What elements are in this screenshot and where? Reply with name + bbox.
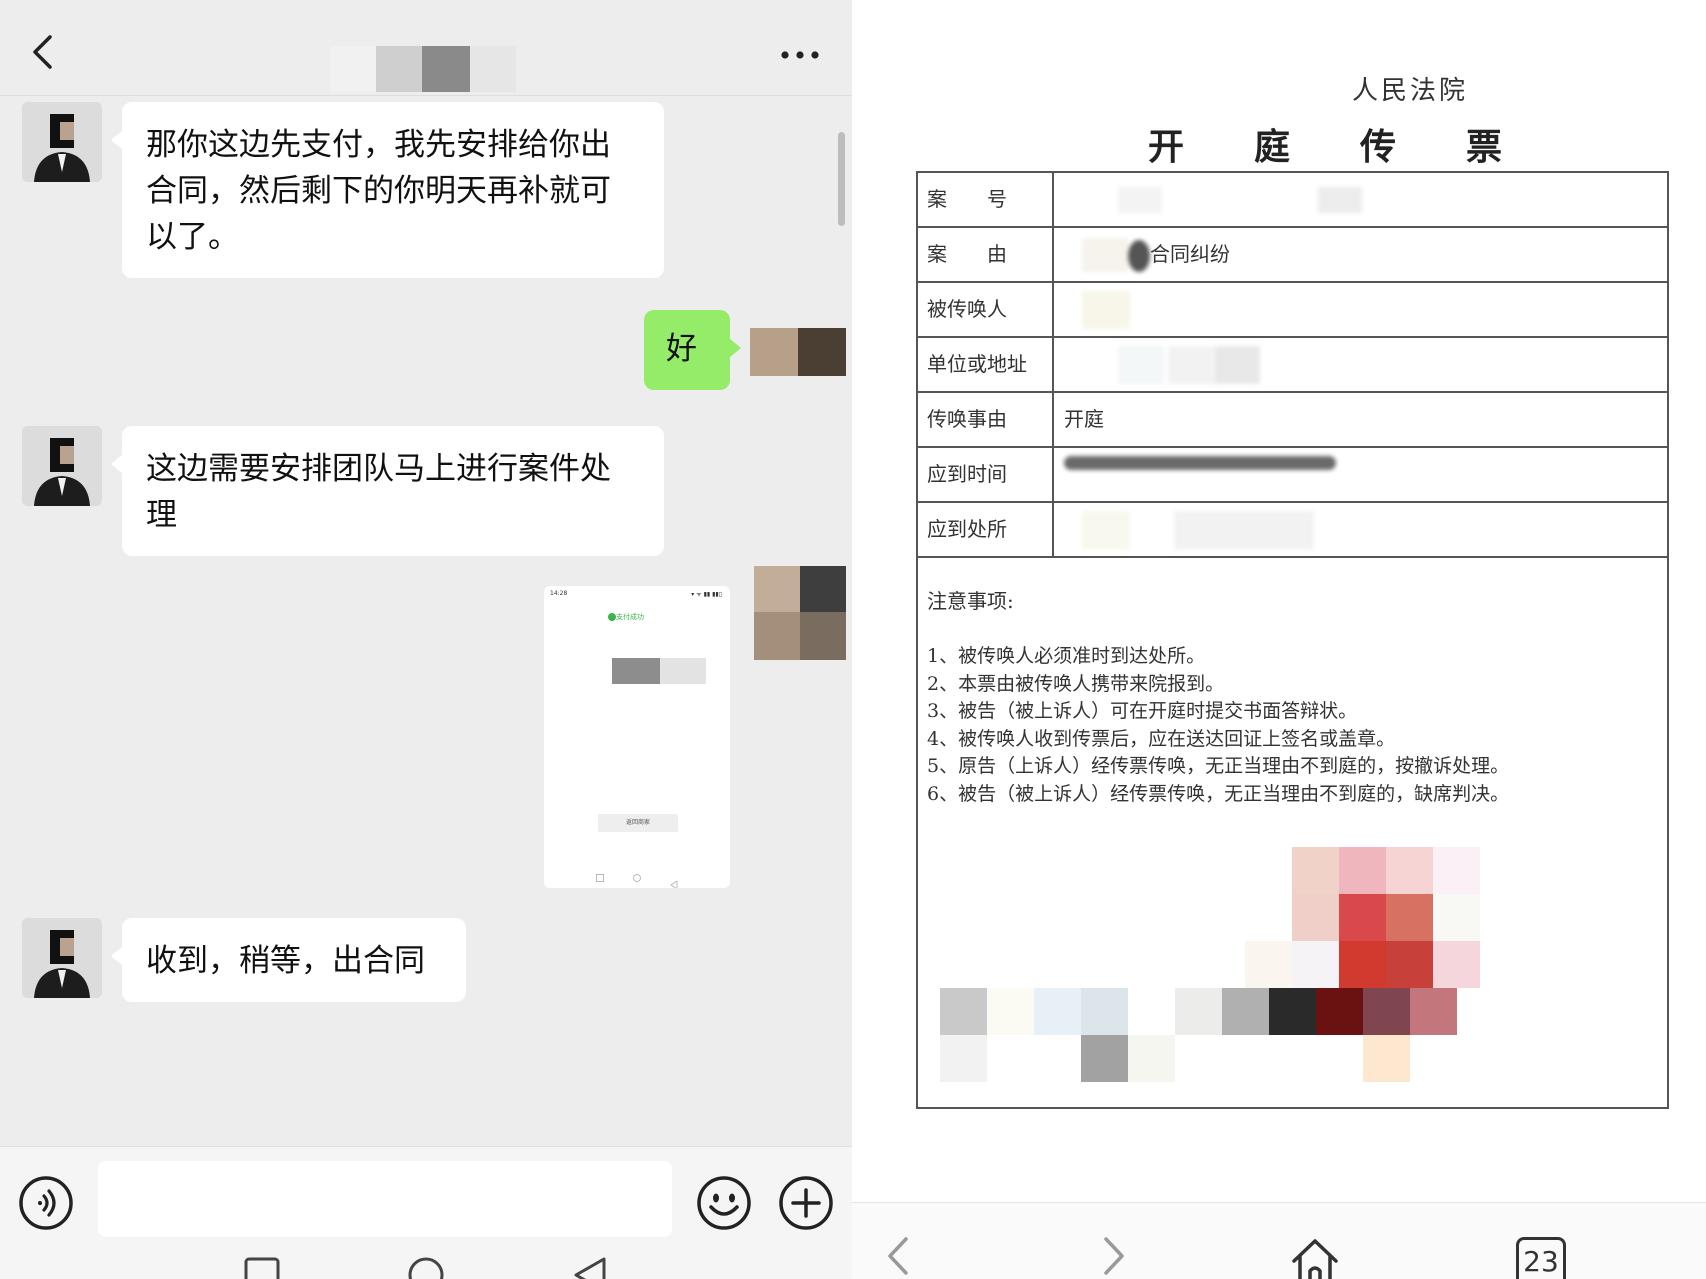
message-line: 合同，然后剩下的你明天再补就可 xyxy=(146,173,611,209)
notes-list: 1、被传唤人必须准时到达处所。 2、本票由被传唤人携带来院报到。 3、被告（被上… xyxy=(927,643,1509,808)
row-label: 单位或地址 xyxy=(918,338,1054,391)
outgoing-message-bubble[interactable]: 好 xyxy=(644,310,741,390)
message-line: 这边需要安排团队马上进行案件处 xyxy=(146,451,611,487)
screenshot-nav-back-icon xyxy=(670,874,678,888)
note-item: 4、被传唤人收到传票后，应在送达回证上签名或盖章。 xyxy=(927,727,1396,750)
browser-bottom-nav: 23 xyxy=(852,1202,1706,1279)
message-line: 理 xyxy=(146,497,177,533)
redacted-block xyxy=(1318,187,1362,213)
court-name: 人民法院 xyxy=(1352,76,1469,106)
note-item: 1、被传唤人必须准时到达处所。 xyxy=(927,645,1206,667)
tabs-count-button[interactable]: 23 xyxy=(1516,1237,1566,1279)
contact-avatar[interactable] xyxy=(22,102,102,182)
redacted-block xyxy=(1168,346,1214,384)
amount-redacted xyxy=(660,658,706,684)
note-item: 5、原告（上诉人）经传票传唤，无正当理由不到庭的，按撤诉处理。 xyxy=(927,755,1510,777)
row-label: 应到时间 xyxy=(918,448,1054,501)
nav-forward-icon[interactable] xyxy=(1088,1231,1138,1279)
self-avatar[interactable] xyxy=(750,328,846,376)
more-options-icon[interactable] xyxy=(780,50,820,60)
payment-screenshot-image[interactable]: 14:28 ▾ ᯤ ▮▮ ▮▮▯ 支付成功 返回商家 xyxy=(544,586,730,888)
row-value: 合同纠纷 xyxy=(1150,242,1230,266)
amount-redacted xyxy=(612,658,660,684)
self-avatar[interactable] xyxy=(750,566,846,660)
recent-apps-icon[interactable] xyxy=(242,1255,282,1279)
form-row-summoned-person: 被传唤人 xyxy=(918,283,1667,338)
title-char: 开 xyxy=(1148,126,1185,168)
message-text: 收到，稍等，出合同 xyxy=(146,943,425,979)
nav-back-icon[interactable] xyxy=(876,1231,926,1279)
home-icon[interactable] xyxy=(406,1255,446,1279)
form-row-case-number: 案 号 xyxy=(918,173,1667,228)
incoming-message-bubble[interactable]: 那你这边先支付，我先安排给你出 合同，然后剩下的你明天再补就可 以了。 xyxy=(111,102,664,278)
add-more-icon[interactable] xyxy=(778,1175,834,1231)
nav-home-icon[interactable] xyxy=(1290,1237,1340,1279)
incoming-message-bubble[interactable]: 收到，稍等，出合同 xyxy=(111,918,466,1002)
row-value: 开庭 xyxy=(1064,407,1104,431)
back-arrow-icon[interactable] xyxy=(28,34,58,70)
screenshot-status-icons: ▾ ᯤ ▮▮ ▮▮▯ xyxy=(691,591,722,598)
redacted-block xyxy=(1118,187,1162,213)
redacted-block xyxy=(1064,456,1336,470)
redacted-block xyxy=(1174,511,1314,549)
chat-panel: 那你这边先支付，我先安排给你出 合同，然后剩下的你明天再补就可 以了。 好 这边… xyxy=(0,0,852,1279)
title-char: 票 xyxy=(1466,126,1503,168)
row-label: 被传唤人 xyxy=(918,283,1054,336)
row-label: 应到处所 xyxy=(918,503,1054,556)
court-seal-stamp-pixelated xyxy=(940,847,1480,1082)
document-viewer: 人民法院 开 庭 传 票 案 号 案 由 合同纠纷 被传唤人 单位或地址 传唤事… xyxy=(852,0,1706,1279)
incoming-message-bubble[interactable]: 这边需要安排团队马上进行案件处 理 xyxy=(111,426,664,556)
row-label: 案 由 xyxy=(918,228,1054,281)
screenshot-nav-square-icon xyxy=(596,874,604,882)
redacted-block xyxy=(1118,346,1164,384)
back-icon[interactable] xyxy=(570,1255,610,1279)
screenshot-nav-circle-icon xyxy=(633,874,641,882)
summons-form: 案 号 案 由 合同纠纷 被传唤人 单位或地址 传唤事由 开庭 应到时间 应到处… xyxy=(916,171,1669,1109)
screenshot-success-text: 支付成功 xyxy=(616,613,644,621)
screenshot-status-time: 14:28 xyxy=(550,590,568,597)
contact-avatar[interactable] xyxy=(22,426,102,506)
redacted-block xyxy=(1082,291,1130,329)
form-row-reason: 传唤事由 开庭 xyxy=(918,393,1667,448)
emoji-icon[interactable] xyxy=(696,1175,752,1231)
message-line: 那你这边先支付，我先安排给你出 xyxy=(146,127,611,163)
redacted-block xyxy=(1128,240,1150,272)
voice-input-icon[interactable] xyxy=(18,1175,74,1231)
row-label: 传唤事由 xyxy=(918,393,1054,446)
screenshot-return-button: 返回商家 xyxy=(598,814,678,832)
message-text: 好 xyxy=(666,331,697,367)
redacted-block xyxy=(1214,346,1260,384)
chat-input-bar xyxy=(0,1146,852,1279)
form-row-address: 单位或地址 xyxy=(918,338,1667,393)
note-item: 2、本票由被传唤人携带来院报到。 xyxy=(927,672,1225,695)
message-input[interactable] xyxy=(98,1161,672,1237)
note-item: 3、被告（被上诉人）可在开庭时提交书面答辩状。 xyxy=(927,700,1358,722)
redacted-block xyxy=(1082,238,1128,272)
redacted-block xyxy=(1082,511,1130,549)
chat-header xyxy=(0,0,852,96)
title-char: 庭 xyxy=(1254,126,1291,168)
scrollbar[interactable] xyxy=(838,132,845,226)
success-check-icon xyxy=(608,613,616,621)
form-row-appear-time: 应到时间 xyxy=(918,448,1667,503)
note-item: 6、被告（被上诉人）经传票传唤，无正当理由不到庭的，缺席判决。 xyxy=(927,782,1510,805)
form-row-appear-place: 应到处所 xyxy=(918,503,1667,558)
notes-title: 注意事项: xyxy=(927,589,1014,613)
message-line: 以了。 xyxy=(146,219,239,255)
contact-avatar[interactable] xyxy=(22,918,102,998)
title-char: 传 xyxy=(1360,126,1397,168)
row-label: 案 号 xyxy=(918,173,1054,226)
form-row-case-cause: 案 由 合同纠纷 xyxy=(918,228,1667,283)
